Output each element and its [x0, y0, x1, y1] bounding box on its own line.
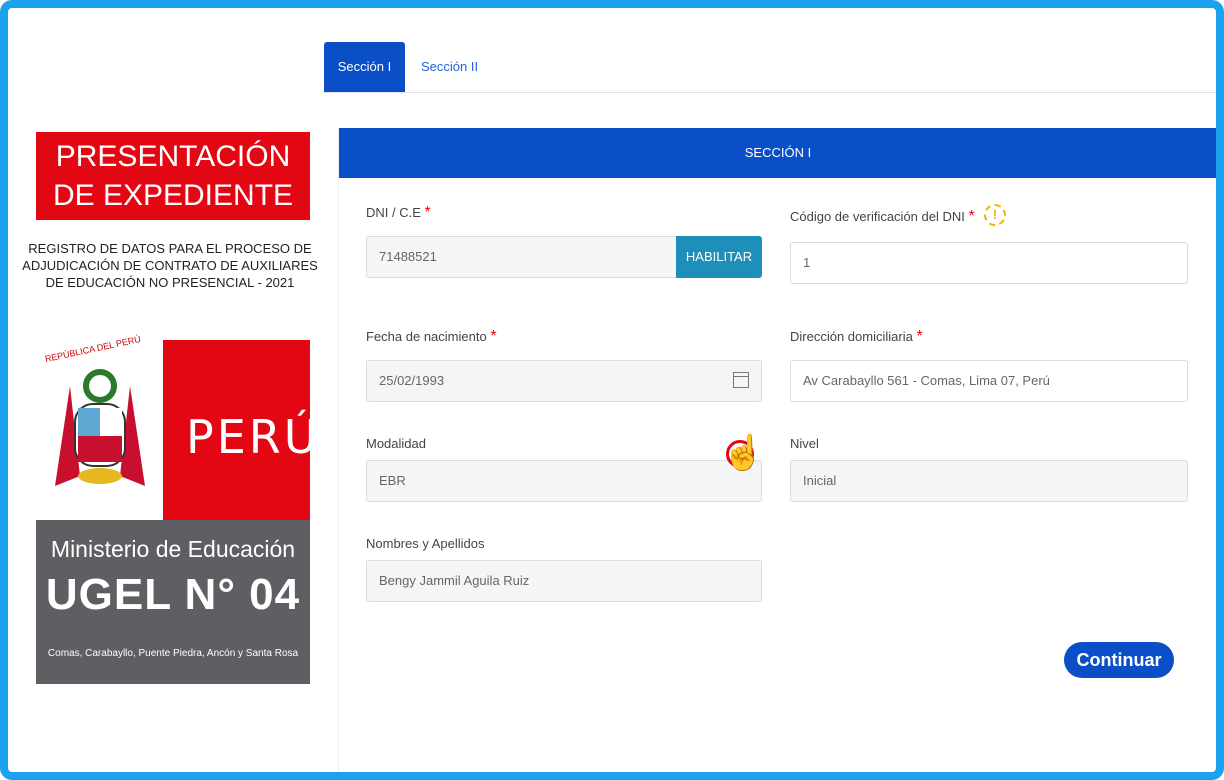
- direccion-input[interactable]: Av Carabayllo 561 - Comas, Lima 07, Perú: [790, 360, 1188, 402]
- page-subtitle: REGISTRO DE DATOS PARA EL PROCESO DE ADJ…: [22, 241, 318, 290]
- app-frame: Sección I Sección II PRESENTACIÓN DE EXP…: [0, 0, 1224, 780]
- ministerio-label: Ministerio de Educación: [50, 536, 296, 562]
- tab-bar: Sección I Sección II: [324, 32, 1216, 93]
- form-panel: SECCIÓN I: [338, 128, 1216, 772]
- calendar-icon[interactable]: [733, 372, 749, 388]
- continuar-button[interactable]: Continuar: [1064, 642, 1174, 678]
- habilitar-button[interactable]: HABILITAR: [676, 236, 762, 278]
- nombres-input[interactable]: Bengy Jammil Aguila Ruiz: [366, 560, 762, 602]
- required-mark: *: [968, 208, 975, 225]
- dni-input[interactable]: 71488521: [366, 236, 678, 278]
- tab-seccion-2[interactable]: Sección II: [411, 42, 488, 92]
- dni-label-text: DNI / C.E: [366, 205, 421, 220]
- direccion-label-text: Dirección domiciliaria: [790, 329, 913, 344]
- modalidad-label: Modalidad: [366, 436, 426, 451]
- codigo-label: Código de verificación del DNI *: [790, 208, 975, 226]
- peru-wordmark: PERÚ: [186, 410, 321, 464]
- tab-seccion-1[interactable]: Sección I: [324, 42, 405, 92]
- section-header: SECCIÓN I: [339, 128, 1216, 178]
- direccion-label: Dirección domiciliaria *: [790, 328, 923, 346]
- nivel-select[interactable]: Inicial: [790, 460, 1188, 502]
- districts-label: Comas, Carabayllo, Puente Piedra, Ancón …: [47, 648, 299, 659]
- required-mark: *: [424, 204, 431, 221]
- required-mark: *: [490, 328, 497, 345]
- nombres-label: Nombres y Apellidos: [366, 536, 485, 551]
- nivel-label: Nivel: [790, 436, 819, 451]
- ugel-label: UGEL N° 04: [45, 570, 301, 619]
- codigo-label-text: Código de verificación del DNI: [790, 209, 965, 224]
- coat-of-arms-icon: [55, 369, 145, 486]
- dni-label: DNI / C.E *: [366, 204, 431, 222]
- codigo-input[interactable]: 1: [790, 242, 1188, 284]
- fecha-input[interactable]: 25/02/1993: [366, 360, 762, 402]
- hand-pointer-icon: ☝: [722, 434, 765, 472]
- modalidad-select[interactable]: EBR: [366, 460, 762, 502]
- fecha-label: Fecha de nacimiento *: [366, 328, 497, 346]
- peru-logo: REPÚBLICA DEL PERÚ PERÚ: [36, 334, 317, 520]
- fecha-value: 25/02/1993: [379, 373, 445, 388]
- page-title: PRESENTACIÓN DE EXPEDIENTE: [36, 132, 310, 220]
- warning-icon[interactable]: !: [984, 204, 1006, 226]
- fecha-label-text: Fecha de nacimiento: [366, 329, 487, 344]
- ugel-banner: Ministerio de Educación UGEL N° 04 Comas…: [36, 520, 310, 684]
- required-mark: *: [916, 328, 923, 345]
